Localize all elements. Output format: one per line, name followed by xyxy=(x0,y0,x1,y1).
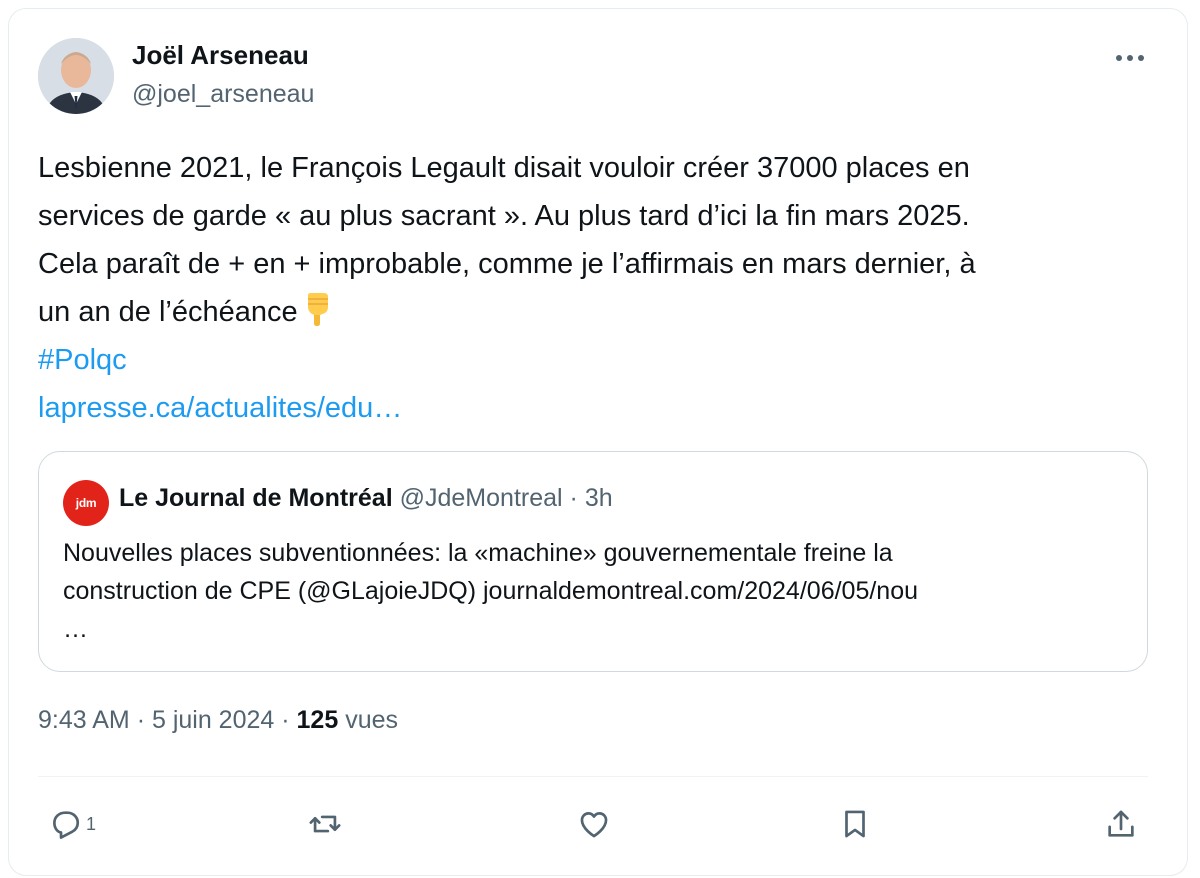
quote-time: 3h xyxy=(584,484,613,512)
share-button[interactable] xyxy=(1104,800,1138,848)
quote-line: Nouvelles places subventionnées: la «mac… xyxy=(63,539,893,567)
quote-text: Nouvelles places subventionnées: la «mac… xyxy=(63,534,1133,648)
reply-icon xyxy=(53,811,80,839)
hashtag-link[interactable]: #Polqc xyxy=(38,336,1158,384)
reply-button[interactable]: 1 xyxy=(48,800,96,848)
quote-author-name: Le Journal de Montréal xyxy=(119,484,393,512)
meta-separator: · xyxy=(136,706,146,734)
tweet-line-last: un an de l’échéance xyxy=(38,288,1158,336)
quote-avatar: jdm xyxy=(63,480,109,526)
quote-header: Le Journal de Montréal @JdeMontreal · 3h xyxy=(119,484,613,513)
quote-line: … xyxy=(63,615,88,643)
more-dots-icon xyxy=(1116,55,1144,61)
more-options-button[interactable] xyxy=(1108,40,1152,76)
bookmark-icon xyxy=(845,810,865,838)
retweet-icon xyxy=(309,815,341,833)
actions-divider xyxy=(38,776,1148,777)
avatar-image xyxy=(38,38,114,114)
heart-icon xyxy=(580,812,608,838)
views-count: 125 xyxy=(296,706,339,734)
like-button[interactable] xyxy=(577,800,611,848)
tweet-card xyxy=(8,8,1188,876)
quote-line: construction de CPE (@GLajoieJDQ) journa… xyxy=(63,577,919,605)
share-icon xyxy=(1108,810,1134,837)
tweet-line: Lesbienne 2021, le François Legault disa… xyxy=(38,152,970,184)
quote-separator: · xyxy=(569,484,578,512)
reply-count: 1 xyxy=(86,813,97,834)
meta-separator: · xyxy=(281,706,290,734)
retweet-button[interactable] xyxy=(308,800,342,848)
bookmark-button[interactable] xyxy=(838,800,872,848)
tweet-line: services de garde « au plus sacrant ». A… xyxy=(38,200,970,232)
quoted-tweet[interactable]: jdm Le Journal de Montréal @JdeMontreal … xyxy=(38,451,1148,672)
author-handle[interactable]: @joel_arseneau xyxy=(132,80,314,109)
backhand-index-pointing-down-icon xyxy=(307,293,328,326)
tweet-line-text: un an de l’échéance xyxy=(38,296,298,328)
tweet-line: Cela paraît de + en + improbable, comme … xyxy=(38,248,976,280)
tweet-date[interactable]: 5 juin 2024 xyxy=(152,706,274,734)
views-label: vues xyxy=(345,706,399,734)
author-avatar[interactable] xyxy=(38,38,114,114)
article-link[interactable]: lapresse.ca/actualites/edu… xyxy=(38,384,1158,432)
author-name[interactable]: Joël Arseneau xyxy=(132,40,309,71)
quote-author-handle: @JdeMontreal xyxy=(399,484,563,512)
tweet-time[interactable]: 9:43 AM xyxy=(38,706,130,734)
tweet-text: Lesbienne 2021, le François Legault disa… xyxy=(38,144,1158,432)
tweet-meta: 9:43 AM · 5 juin 2024 · 125 vues xyxy=(38,706,398,735)
